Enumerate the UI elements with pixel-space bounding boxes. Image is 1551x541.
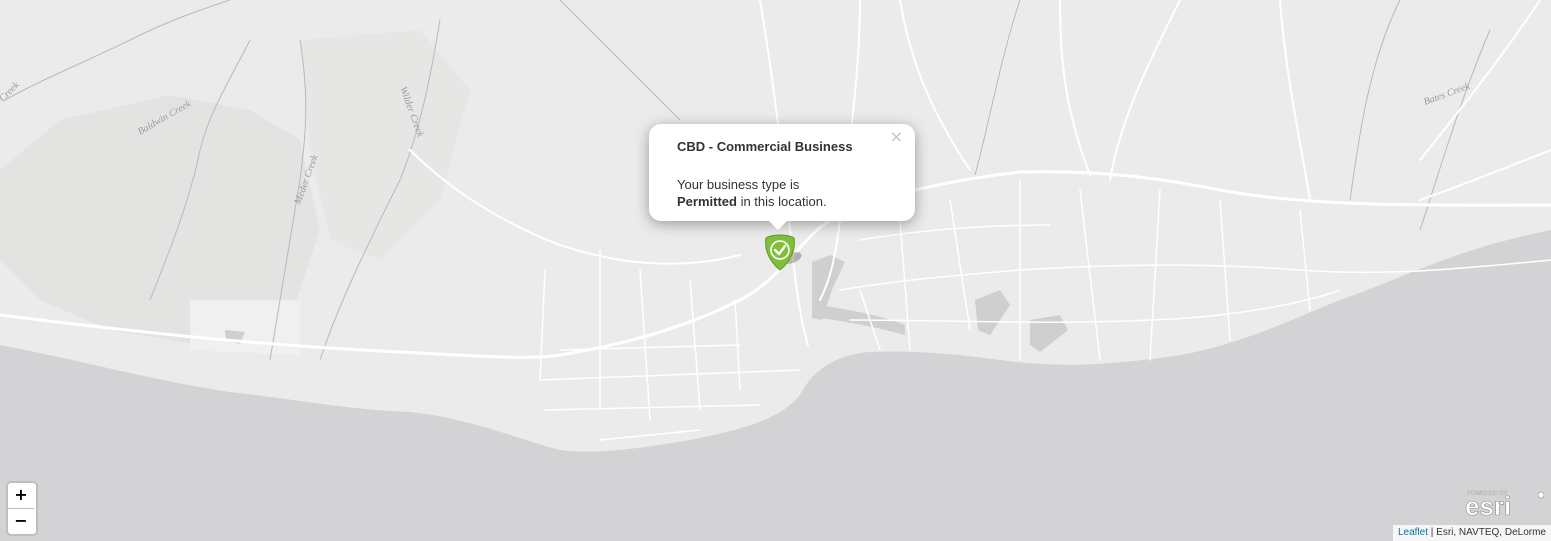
- attribution-sources: Esri, NAVTEQ, DeLorme: [1436, 527, 1546, 538]
- popup-tip: [768, 220, 788, 230]
- popup-status: Permitted: [677, 194, 737, 209]
- open-area: [190, 300, 300, 355]
- popup-close-button[interactable]: ×: [890, 127, 903, 146]
- zoom-control: + −: [6, 481, 38, 536]
- leaflet-link[interactable]: Leaflet: [1398, 527, 1428, 538]
- popup-body: Your business type is Permitted in this …: [677, 176, 907, 210]
- attribution-separator: |: [1428, 527, 1437, 538]
- location-marker[interactable]: [762, 232, 802, 276]
- logo-dot: [1537, 491, 1545, 499]
- map-container[interactable]: Creek Baldwin Creek Meder Creek Wilder C…: [0, 0, 1551, 541]
- zoom-out-button[interactable]: −: [8, 509, 34, 534]
- logo-name: esri: [1465, 491, 1511, 517]
- popup-body-suffix: in this location.: [736, 194, 827, 209]
- popup-body-prefix: Your business type is: [677, 177, 800, 192]
- map-attribution: Leaflet | Esri, NAVTEQ, DeLorme: [1392, 525, 1551, 541]
- popup-title: CBD - Commercial Business: [677, 139, 853, 154]
- info-popup: × CBD - Commercial Business Your busines…: [649, 124, 915, 221]
- esri-logo: POWERED BY esri: [1465, 491, 1545, 517]
- zoom-in-button[interactable]: +: [8, 483, 34, 509]
